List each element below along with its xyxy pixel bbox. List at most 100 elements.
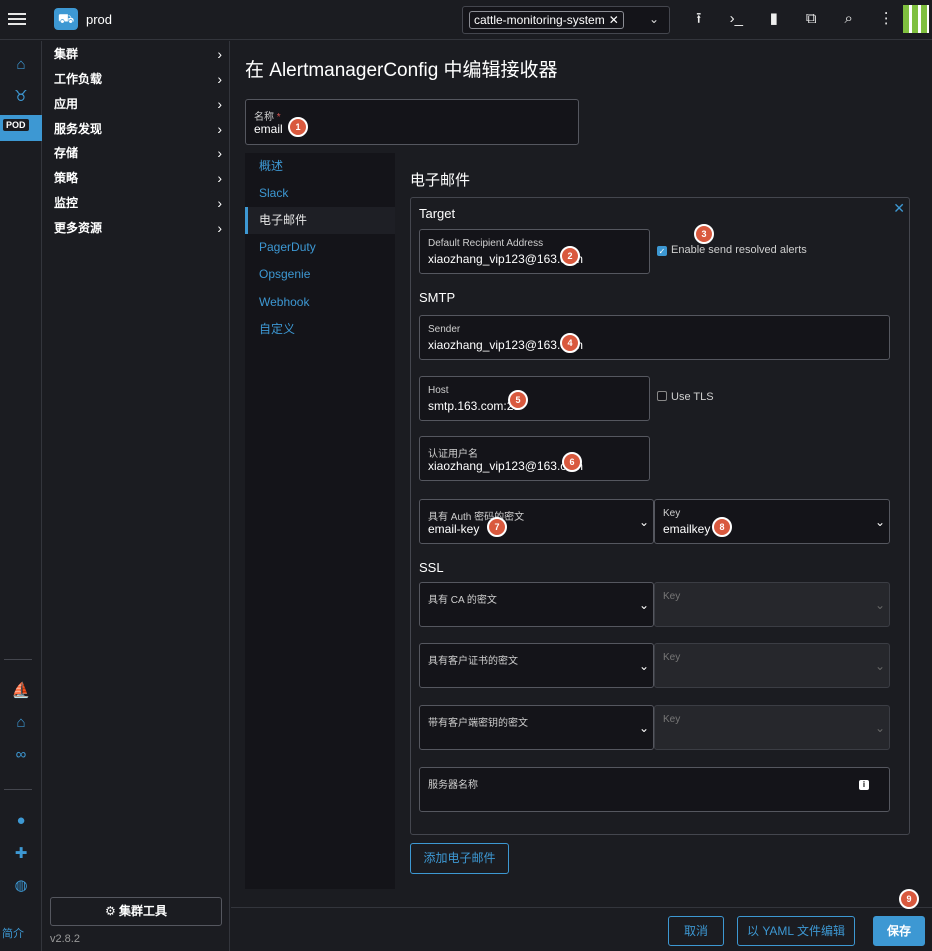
tab-opsgenie[interactable]: Opsgenie <box>245 261 395 288</box>
client-key-secret-select[interactable]: 带有客户端密钥的密文 ⌄ <box>419 705 654 750</box>
field-label: Key <box>663 652 681 663</box>
chevron-right-icon: › <box>217 220 222 236</box>
field-label: 认证用户名 <box>428 449 478 460</box>
field-label: 具有 CA 的密文 <box>428 595 497 606</box>
add-email-button[interactable]: 添加电子邮件 <box>410 843 509 874</box>
chevron-down-icon[interactable]: ⌄ <box>649 12 659 26</box>
nav-group-label: 服务发现 <box>54 122 103 136</box>
field-label: 具有客户证书的密文 <box>428 656 518 667</box>
nav-group-service-discovery[interactable]: 服务发现 › <box>54 119 222 144</box>
pod-cluster-button[interactable]: POD <box>0 115 42 141</box>
about-link[interactable]: 简介 <box>2 925 24 941</box>
menu-icon[interactable] <box>8 10 26 28</box>
icon-rail: ⌂ ♉ POD ⛵ ⌂ ∞ ● ✚ ◍ 简介 <box>0 41 42 951</box>
recipient-address-field[interactable]: Default Recipient Address xiaozhang_vip1… <box>419 229 650 274</box>
annotation-badge: 8 <box>712 517 732 537</box>
auth-username-field[interactable]: 认证用户名 xiaozhang_vip123@163.com <box>419 436 650 481</box>
sailboat-icon[interactable]: ⛵ <box>0 678 42 704</box>
field-label: 带有客户端密钥的密文 <box>428 718 528 729</box>
upload-icon[interactable]: ⭱ <box>680 8 718 30</box>
avatar[interactable] <box>903 5 929 33</box>
tab-overview[interactable]: 概述 <box>245 153 395 180</box>
cluster-icon[interactable]: ♉ <box>0 84 42 110</box>
sender-field[interactable]: Sender xiaozhang_vip123@163.com <box>419 315 890 360</box>
namespace-chip: cattle-monitoring-system ✕ <box>469 11 624 29</box>
annotation-badge: 1 <box>288 117 308 137</box>
field-value[interactable]: smtp.163.com:25 <box>428 399 520 413</box>
annotation-badge: 6 <box>562 452 582 472</box>
search-icon[interactable]: ⌕ <box>830 8 868 30</box>
home-icon[interactable]: ⌂ <box>0 52 42 78</box>
send-resolved-checkbox[interactable]: ✓ Enable send resolved alerts <box>657 244 807 256</box>
cancel-button[interactable]: 取消 <box>668 916 724 946</box>
field-value[interactable]: emailkey <box>663 522 710 536</box>
copy-icon[interactable]: ⧉ <box>793 8 831 30</box>
chevron-right-icon: › <box>217 71 222 87</box>
cluster-logo-icon: ⛟ <box>54 8 78 30</box>
chevron-down-icon: ⌄ <box>638 515 649 529</box>
nav-group-policy[interactable]: 策略 › <box>54 168 222 193</box>
nav-group-workloads[interactable]: 工作负载 › <box>54 69 222 94</box>
save-button[interactable]: 保存 <box>873 916 925 946</box>
target-heading: Target <box>419 206 456 221</box>
checkbox-label: Use TLS <box>671 391 714 403</box>
user-icon[interactable]: ● <box>0 808 42 834</box>
ssl-heading: SSL <box>419 560 444 575</box>
nav-group-monitoring[interactable]: 监控 › <box>54 193 222 218</box>
pod-label: POD <box>3 119 29 131</box>
chevron-down-icon: ⌄ <box>638 598 649 612</box>
host-field[interactable]: Host smtp.163.com:25 <box>419 376 650 421</box>
footer-actions: 取消 以 YAML 文件编辑 保存 <box>231 907 932 951</box>
side-nav: 集群 › 工作负载 › 应用 › 服务发现 › 存储 › 策略 › 监控 › 更多资源 › ⚙ … <box>43 41 230 951</box>
nav-group-apps[interactable]: 应用 › <box>54 94 222 119</box>
nav-group-more-resources[interactable]: 更多资源 › <box>54 218 222 243</box>
tab-webhook[interactable]: Webhook <box>245 289 395 316</box>
name-field-value[interactable]: email <box>254 122 283 136</box>
auth-secret-select[interactable]: 具有 Auth 密码的密文 email-key ⌄ <box>419 499 654 544</box>
edit-yaml-button[interactable]: 以 YAML 文件编辑 <box>737 916 855 946</box>
file-icon[interactable]: ▮ <box>755 8 793 30</box>
extension-icon[interactable]: ✚ <box>0 841 42 867</box>
annotation-badge: 5 <box>508 390 528 410</box>
nav-group-cluster[interactable]: 集群 › <box>54 44 222 69</box>
tab-pagerduty[interactable]: PagerDuty <box>245 234 395 261</box>
close-icon[interactable]: ✕ <box>893 200 905 217</box>
server-name-field[interactable]: 服务器名称 i <box>419 767 890 812</box>
chevron-right-icon: › <box>217 96 222 112</box>
chevron-right-icon: › <box>217 121 222 137</box>
namespace-select[interactable]: cattle-monitoring-system ✕ ⌄ <box>462 6 670 34</box>
divider <box>4 789 32 790</box>
linked-icon[interactable]: ∞ <box>0 742 42 768</box>
close-icon[interactable]: ✕ <box>609 13 619 27</box>
tab-email[interactable]: 电子邮件 <box>245 207 395 234</box>
nav-group-label: 工作负载 <box>54 72 103 86</box>
field-label: Sender <box>428 324 461 335</box>
auth-key-select[interactable]: Key emailkey ⌄ <box>654 499 890 544</box>
nav-group-storage[interactable]: 存储 › <box>54 143 222 168</box>
info-icon[interactable]: i <box>859 780 869 790</box>
shell-icon[interactable]: ›_ <box>718 8 756 30</box>
use-tls-checkbox[interactable]: Use TLS <box>657 391 714 403</box>
field-value[interactable]: xiaozhang_vip123@163.com <box>428 459 583 473</box>
client-cert-secret-select[interactable]: 具有客户证书的密文 ⌄ <box>419 643 654 688</box>
section-title: 电子邮件 <box>410 172 471 189</box>
ca-key-select: Key ⌄ <box>654 582 890 627</box>
nav-group-label: 存储 <box>54 146 79 160</box>
email-tab-content: 电子邮件 ✕ Target Default Recipient Address … <box>395 153 932 889</box>
ca-secret-select[interactable]: 具有 CA 的密文 ⌄ <box>419 582 654 627</box>
nav-group-label: 策略 <box>54 171 79 185</box>
chevron-right-icon: › <box>217 46 222 62</box>
tab-slack[interactable]: Slack <box>245 180 395 207</box>
fleet-icon[interactable]: ⌂ <box>0 710 42 736</box>
chevron-right-icon: › <box>217 145 222 161</box>
tab-custom[interactable]: 自定义 <box>245 316 395 343</box>
cluster-tools-button[interactable]: ⚙ 集群工具 <box>50 897 222 926</box>
field-label: 服务器名称 <box>428 780 478 791</box>
nav-group-label: 监控 <box>54 196 79 210</box>
nav-group-label: 集群 <box>54 47 79 61</box>
field-value[interactable]: email-key <box>428 522 479 536</box>
main-content: 在 AlertmanagerConfig 中编辑接收器 名称 * email 概… <box>231 41 932 907</box>
globe-icon[interactable]: ◍ <box>0 873 42 899</box>
more-vert-icon[interactable]: ⋮ <box>868 8 906 30</box>
field-label: Host <box>428 385 449 396</box>
